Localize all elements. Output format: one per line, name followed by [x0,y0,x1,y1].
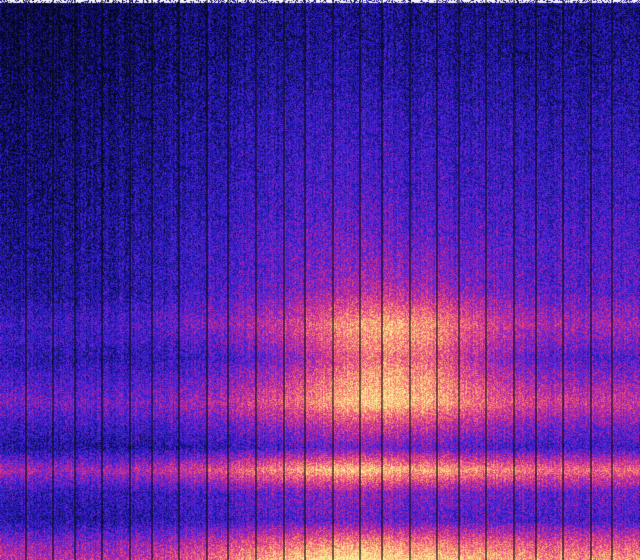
spectrogram-chart [0,0,640,560]
frame-lines-layer [25,0,613,560]
